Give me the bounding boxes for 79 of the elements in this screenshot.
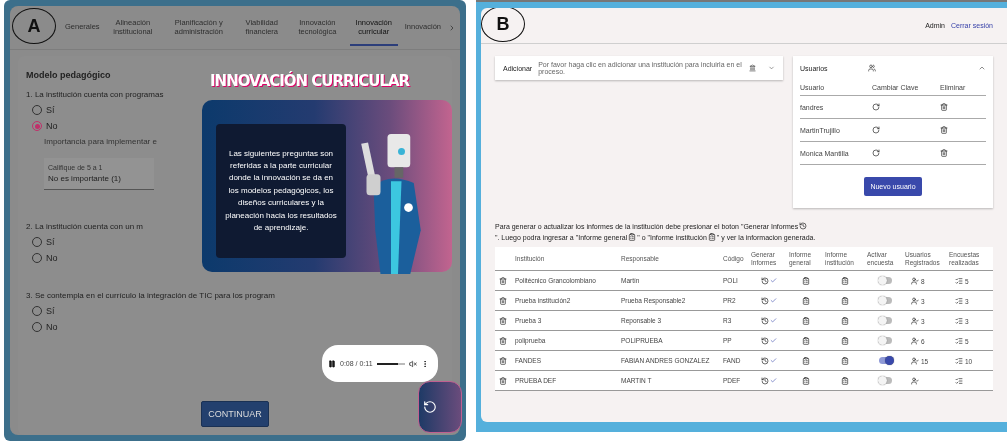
- audio-progress[interactable]: [376, 362, 405, 365]
- user-check-icon: [911, 376, 919, 385]
- user-check-icon: [911, 296, 919, 305]
- user-check-icon: [911, 336, 919, 345]
- trash-icon[interactable]: [499, 296, 507, 305]
- mute-icon[interactable]: [408, 359, 417, 368]
- clipboard-icon[interactable]: [841, 316, 849, 325]
- chevron-up-icon[interactable]: [978, 64, 986, 72]
- list-check-icon: [955, 276, 963, 285]
- trash-icon[interactable]: [499, 336, 507, 345]
- history-icon[interactable]: [761, 276, 769, 285]
- continue-button[interactable]: CONTINUAR: [201, 401, 269, 427]
- clipboard-icon[interactable]: [802, 376, 810, 385]
- clipboard-icon[interactable]: [802, 296, 810, 305]
- replay-widget[interactable]: [418, 381, 462, 433]
- history-icon[interactable]: [761, 356, 769, 365]
- question-text: 2. La institución cuenta con un m: [26, 222, 143, 231]
- list-check-icon: [955, 356, 963, 365]
- reset-icon[interactable]: [872, 103, 880, 111]
- trash-icon[interactable]: [940, 149, 948, 157]
- radio-label: No: [46, 253, 58, 263]
- user-check-icon: [911, 276, 919, 285]
- radio-label: Sí: [46, 237, 55, 247]
- check-icon: [770, 297, 777, 304]
- section-title: Modelo pedagógico: [26, 70, 111, 80]
- question-text: 3. Se contempla en el currículo la integración de TIC para los program: [26, 291, 275, 300]
- trash-icon[interactable]: [499, 276, 507, 285]
- trash-icon[interactable]: [940, 103, 948, 111]
- history-icon[interactable]: [761, 296, 769, 305]
- clipboard-icon[interactable]: [841, 336, 849, 345]
- list-check-icon: [955, 376, 963, 385]
- clipboard-icon[interactable]: [841, 356, 849, 365]
- history-icon: [799, 222, 808, 230]
- users-icon: [867, 64, 876, 72]
- hint-text: Importancia para implementar e: [43, 137, 157, 146]
- clipboard-icon[interactable]: [802, 316, 810, 325]
- trash-icon[interactable]: [499, 376, 507, 385]
- pause-icon[interactable]: [328, 359, 336, 368]
- speech-bubble: Las siguientes preguntas son referidas a la parte curricular donde la innovación se da en los modelos pedagógicos, los diseños curriculares y la planeación hacia los resultados de aprendizaje.: [216, 124, 346, 258]
- toggle-switch[interactable]: [878, 297, 892, 304]
- clipboard-icon: [707, 233, 716, 241]
- building-icon: [748, 64, 756, 72]
- clipboard-icon: [628, 233, 637, 241]
- clipboard-icon[interactable]: [802, 336, 810, 345]
- radio-label: Sí: [46, 105, 55, 115]
- reset-icon[interactable]: [872, 126, 880, 134]
- reset-icon[interactable]: [872, 149, 880, 157]
- user-check-icon: [911, 316, 919, 325]
- toggle-switch[interactable]: [878, 377, 892, 384]
- clipboard-icon[interactable]: [802, 356, 810, 365]
- radio-label: No: [46, 322, 58, 332]
- clipboard-icon[interactable]: [841, 276, 849, 285]
- toggle-switch[interactable]: [878, 337, 892, 344]
- list-check-icon: [955, 336, 963, 345]
- list-check-icon: [955, 296, 963, 305]
- history-icon[interactable]: [761, 336, 769, 345]
- trash-icon[interactable]: [940, 126, 948, 134]
- history-icon[interactable]: [761, 316, 769, 325]
- radio-label: Sí: [46, 306, 55, 316]
- history-icon[interactable]: [761, 376, 769, 385]
- toggle-switch[interactable]: [878, 277, 892, 284]
- check-icon: [770, 337, 777, 344]
- check-icon: [770, 317, 777, 324]
- question-text: 1. La institución cuenta con programas: [26, 90, 164, 99]
- clipboard-icon[interactable]: [841, 376, 849, 385]
- clipboard-icon[interactable]: [802, 276, 810, 285]
- trash-icon[interactable]: [499, 356, 507, 365]
- check-icon: [770, 377, 777, 384]
- list-check-icon: [955, 316, 963, 325]
- check-icon: [770, 277, 777, 284]
- modal-title: INNOVACIÓN CURRICULAR: [210, 72, 410, 90]
- toggle-switch[interactable]: [878, 357, 892, 364]
- radio-label: No: [46, 121, 58, 131]
- check-icon: [770, 357, 777, 364]
- user-check-icon: [911, 356, 919, 365]
- replay-icon[interactable]: [423, 400, 437, 414]
- trash-icon[interactable]: [499, 316, 507, 325]
- toggle-switch[interactable]: [878, 317, 892, 324]
- clipboard-icon[interactable]: [841, 296, 849, 305]
